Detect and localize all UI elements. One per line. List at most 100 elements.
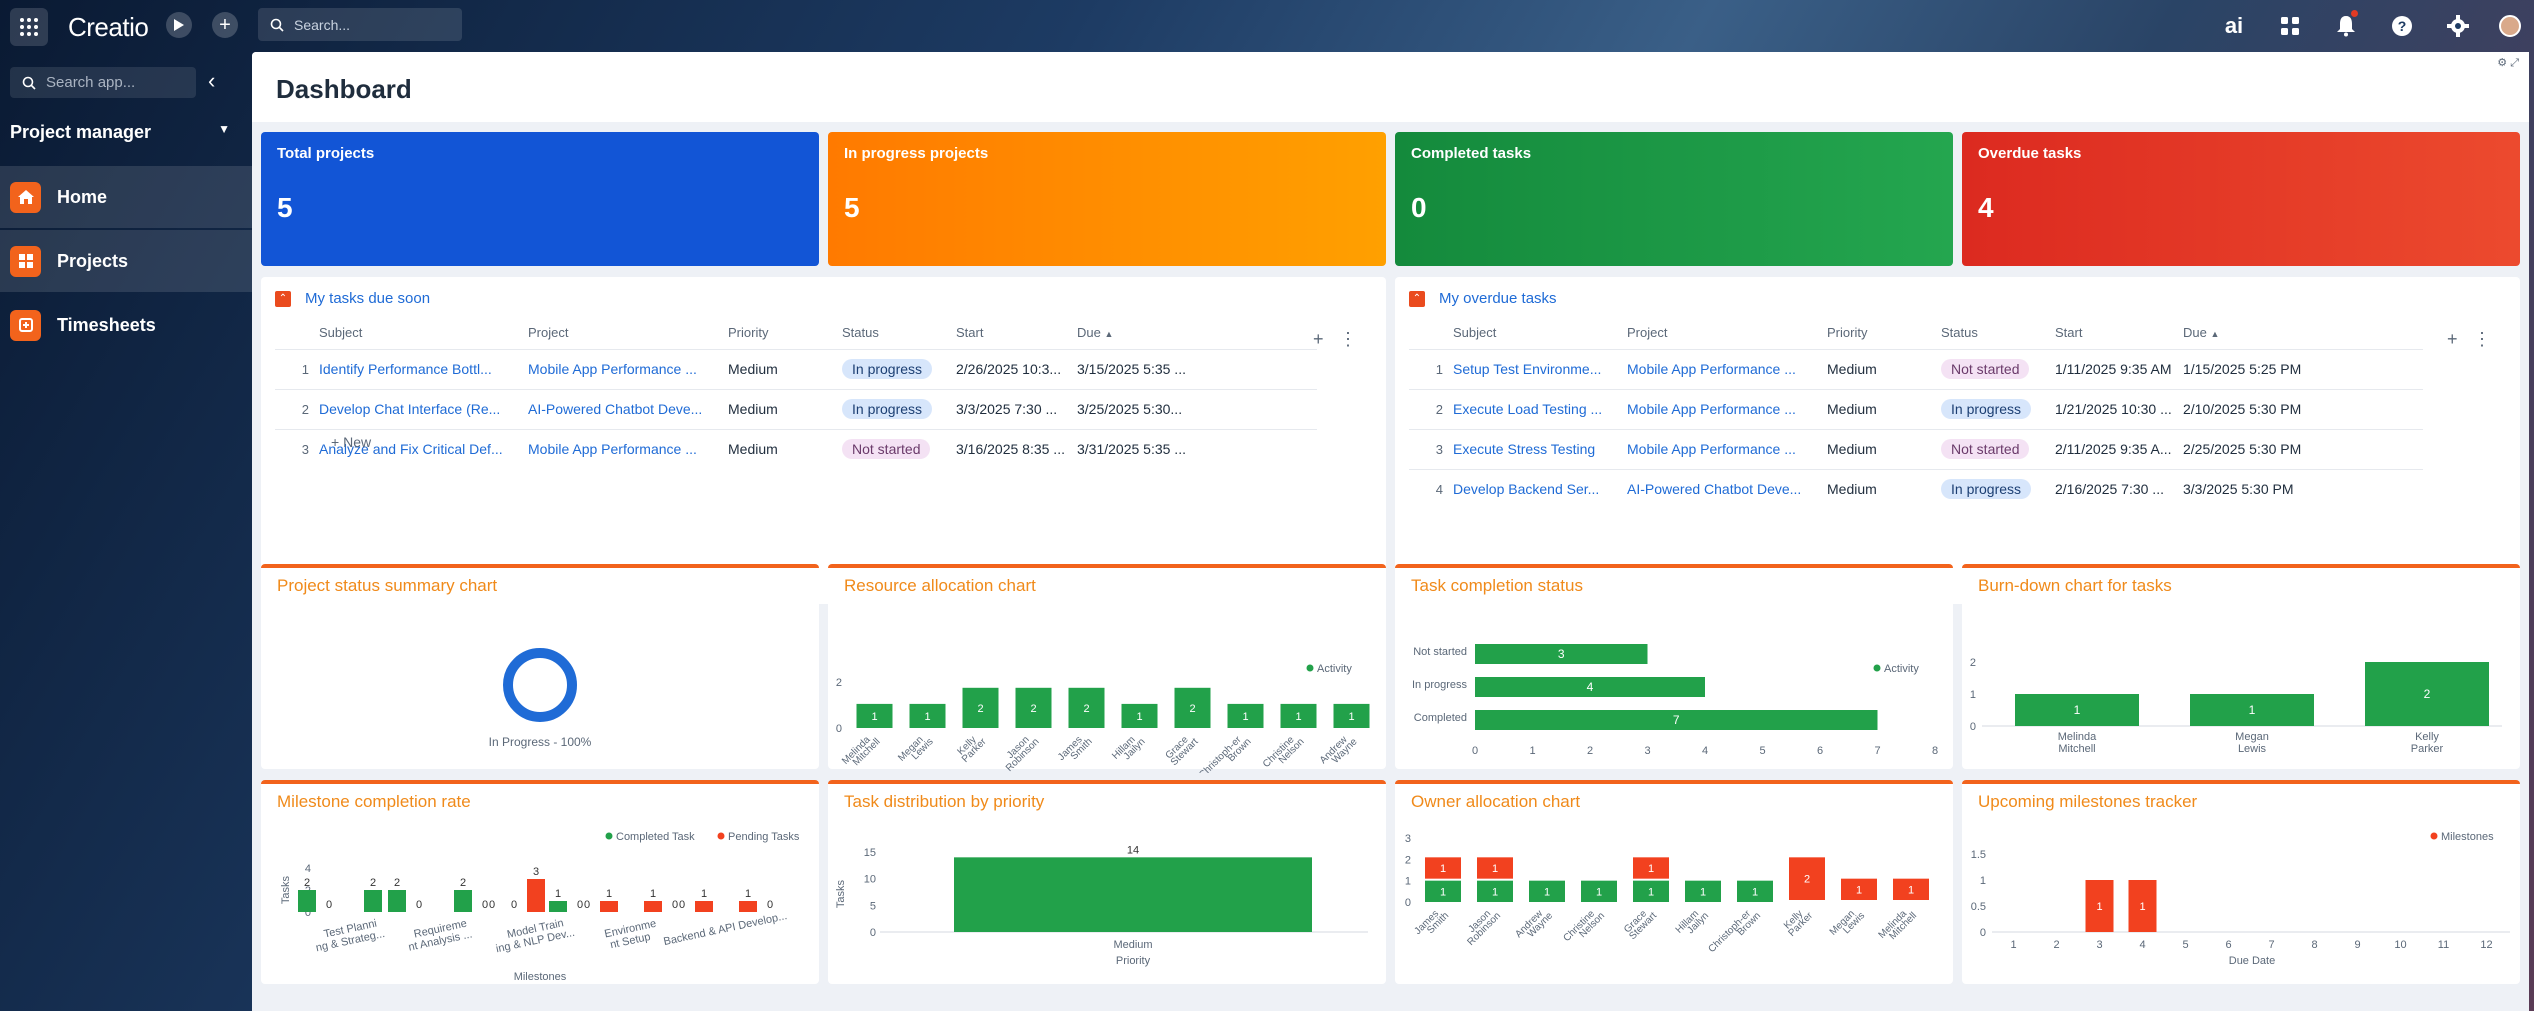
bar-value-label: 0 xyxy=(577,899,583,911)
header-actions: ai ? xyxy=(2206,0,2534,52)
project-link[interactable]: Mobile App Performance ... xyxy=(1627,428,1827,469)
chart-title: Milestone completion rate xyxy=(277,792,471,811)
due-cell: 3/15/2025 5:35 ... xyxy=(1077,348,1317,389)
task-subject-link[interactable]: Execute Load Testing ... xyxy=(1453,388,1627,429)
column-header[interactable]: Start xyxy=(956,317,1077,349)
table-row[interactable]: 3 Analyze and Fix Critical Def... Mobile… xyxy=(275,428,1317,469)
overdue-tasks-header[interactable]: ⌃ My overdue tasks xyxy=(1409,290,1557,307)
bar-value-label: 1 xyxy=(650,888,656,900)
collapse-chevron-icon[interactable]: ⌃ xyxy=(1409,290,1425,307)
bar-value-label: 2 xyxy=(2424,687,2431,701)
task-subject-link[interactable]: Identify Performance Bottl... xyxy=(319,348,528,389)
column-header[interactable]: Project xyxy=(528,317,728,349)
y-tick-label: In progress xyxy=(1412,679,1468,691)
task-subject-link[interactable]: Setup Test Environme... xyxy=(1453,348,1627,389)
column-header[interactable]: Priority xyxy=(728,317,842,349)
column-header[interactable]: Status xyxy=(1941,317,2055,349)
milestone-completion-rate-chart[interactable]: Completed TaskPending Tasks024Tasks2020T… xyxy=(261,780,819,984)
task-completion-status-chart[interactable]: Activity Not started 3 In progress 4 Complete… xyxy=(1395,564,1953,769)
y-tick-label: 0 xyxy=(1405,897,1411,909)
kpi-overdue-tasks[interactable]: Overdue tasks 4 xyxy=(1962,132,2520,266)
notifications-bell-icon[interactable] xyxy=(2318,0,2374,52)
bar-value-label: 0 xyxy=(326,899,332,911)
chart-title: Project status summary chart xyxy=(277,576,498,595)
table-row[interactable]: 3 Execute Stress Testing Mobile App Perf… xyxy=(1409,428,2423,469)
table-row[interactable]: 2 Develop Chat Interface (Re... AI-Power… xyxy=(275,388,1317,429)
table-row[interactable]: 1 Identify Performance Bottl... Mobile A… xyxy=(275,348,1317,389)
chart-title: Owner allocation chart xyxy=(1411,792,1581,811)
app-search-input[interactable]: Search app... xyxy=(10,67,196,98)
column-header[interactable]: Subject xyxy=(1453,317,1627,349)
workplace-selector[interactable]: Project manager ▼ xyxy=(10,122,230,143)
sidebar-item-timesheets[interactable]: Timesheets xyxy=(0,294,252,356)
more-options-icon[interactable]: ⋮ xyxy=(2473,329,2491,350)
x-tick-label: Backend & API Develop... xyxy=(663,910,789,948)
column-header[interactable]: Priority xyxy=(1827,317,1941,349)
x-tick-label: 1 xyxy=(1529,745,1535,757)
resource-allocation-chart[interactable]: Activity 0 2 1 Melinda Mitchell 1 Megan Lewis 2 Ke… xyxy=(828,564,1386,773)
owner-allocation-chart[interactable]: 0 1 2 3 1 1 James Smith 1 1 Jason Robinson 1 Andrew Wa… xyxy=(1395,780,1953,984)
global-search-input[interactable]: Search... xyxy=(258,8,462,41)
more-options-icon[interactable]: ⋮ xyxy=(1339,329,1357,350)
bar-value-label: 1 xyxy=(1136,711,1142,723)
sidebar-item-home[interactable]: Home xyxy=(0,166,252,228)
y-tick-label: 1 xyxy=(1405,876,1411,888)
column-header[interactable]: Subject xyxy=(319,317,528,349)
bar xyxy=(298,890,316,912)
apps-icon[interactable] xyxy=(2262,0,2318,52)
ai-assistant-button[interactable]: ai xyxy=(2206,0,2262,52)
legend-swatch xyxy=(717,832,725,840)
burn-down-chart[interactable]: Activity0121MelindaMitchell1MeganLewis2K… xyxy=(1962,564,2520,769)
legend-label: Activity xyxy=(1884,663,1919,675)
project-link[interactable]: Mobile App Performance ... xyxy=(528,348,728,389)
page-header: Dashboard ⚙ ⤢ xyxy=(252,52,2529,122)
bar-value-label: 1 xyxy=(1440,863,1446,875)
add-column-icon[interactable]: + xyxy=(2447,329,2458,350)
due-cell: 3/25/2025 5:30... xyxy=(1077,388,1317,429)
app-launcher-icon[interactable] xyxy=(10,8,48,46)
task-subject-link[interactable]: Execute Stress Testing xyxy=(1453,428,1627,469)
table-row[interactable]: 1 Setup Test Environme... Mobile App Per… xyxy=(1409,348,2423,389)
column-header[interactable]: Start xyxy=(2055,317,2183,349)
task-subject-link[interactable]: Develop Backend Ser... xyxy=(1453,468,1627,509)
run-process-button[interactable] xyxy=(166,12,192,38)
x-tick-label: 9 xyxy=(2354,939,2360,951)
bar-value-label: 2 xyxy=(304,877,310,889)
project-status-summary-chart[interactable]: In Progress - 100% Project status summary… xyxy=(261,564,819,769)
x-tick-label: Kelly xyxy=(2415,731,2439,743)
start-cell: 3/3/2025 7:30 ... xyxy=(956,388,1077,429)
legend-label: Milestones xyxy=(2441,831,2494,843)
add-button[interactable]: + xyxy=(212,12,238,38)
collapse-sidebar-chevron-icon[interactable]: ‹ xyxy=(208,68,215,94)
task-subject-link[interactable]: Develop Chat Interface (Re... xyxy=(319,388,528,429)
column-header-due[interactable]: Due ▲ xyxy=(2183,317,2423,349)
settings-gear-icon[interactable] xyxy=(2430,0,2486,52)
status-cell: In progress xyxy=(1941,468,2055,509)
task-distribution-by-priority-chart[interactable]: 0 5 10 15 Tasks 14 Medium Priority Task distribu… xyxy=(828,780,1386,984)
project-link[interactable]: Mobile App Performance ... xyxy=(1627,388,1827,429)
bar xyxy=(527,879,545,912)
column-header-label: Due xyxy=(1077,325,1101,341)
help-icon[interactable]: ? xyxy=(2374,0,2430,52)
kpi-value: 5 xyxy=(844,192,860,223)
upcoming-milestones-tracker-chart[interactable]: Milestones 0 0.5 1 1.5 1 2 1 3 1 4 5 6 7 8 9 10 11 12 Due D… xyxy=(1962,780,2520,984)
sort-asc-icon: ▲ xyxy=(2210,329,2220,340)
page-settings-icon[interactable]: ⚙ ⤢ xyxy=(2497,56,2519,70)
column-header-due[interactable]: Due ▲ xyxy=(1077,317,1317,349)
project-link[interactable]: Mobile App Performance ... xyxy=(528,428,728,469)
tasks-due-soon-header[interactable]: ⌃ My tasks due soon xyxy=(275,290,430,307)
user-avatar[interactable] xyxy=(2486,0,2534,52)
column-header[interactable]: Status xyxy=(842,317,956,349)
sidebar-item-projects[interactable]: Projects xyxy=(0,230,252,292)
table-row[interactable]: 2 Execute Load Testing ... Mobile App Pe… xyxy=(1409,388,2423,429)
column-header[interactable]: Project xyxy=(1627,317,1827,349)
new-record-button[interactable]: + New xyxy=(331,434,371,450)
project-link[interactable]: AI-Powered Chatbot Deve... xyxy=(528,388,728,429)
project-link[interactable]: Mobile App Performance ... xyxy=(1627,348,1827,389)
kpi-in-progress-projects[interactable]: In progress projects 5 xyxy=(828,132,1386,266)
collapse-chevron-icon[interactable]: ⌃ xyxy=(275,290,291,307)
table-row[interactable]: 4 Develop Backend Ser... AI-Powered Chat… xyxy=(1409,468,2423,509)
kpi-completed-tasks[interactable]: Completed tasks 0 xyxy=(1395,132,1953,266)
project-link[interactable]: AI-Powered Chatbot Deve... xyxy=(1627,468,1827,509)
kpi-total-projects[interactable]: Total projects 5 xyxy=(261,132,819,266)
